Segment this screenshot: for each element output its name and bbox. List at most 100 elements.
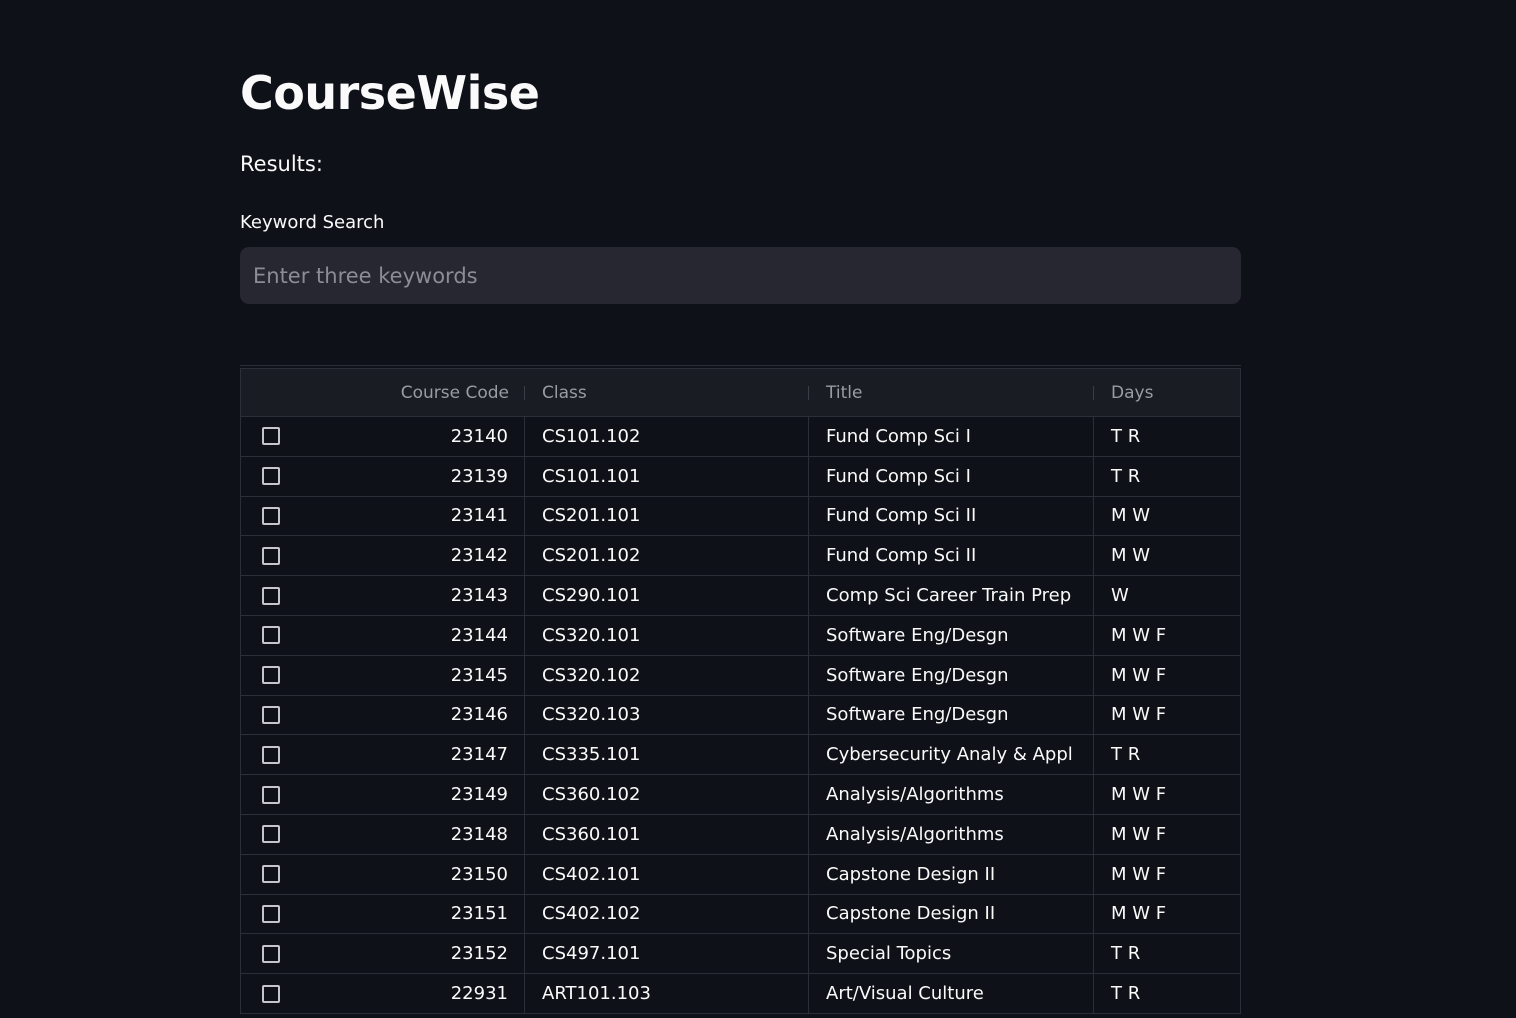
cell-title: Fund Comp Sci I <box>809 417 1094 456</box>
table-row[interactable]: 23151 CS402.102 Capstone Design II M W F <box>241 894 1240 935</box>
cell-class: CS320.101 <box>525 615 809 655</box>
column-header-title[interactable]: Title <box>809 369 1094 416</box>
row-select-cell <box>241 934 301 973</box>
cell-days: M W F <box>1111 823 1167 845</box>
cell-class: ART101.103 <box>525 974 809 1013</box>
cell-course-code: 23152 <box>301 934 525 974</box>
row-checkbox[interactable] <box>262 666 280 685</box>
cell-title: Special Topics <box>809 934 1094 974</box>
header-select-cell <box>241 369 301 416</box>
cell-days: T R <box>1111 744 1141 766</box>
cell-class: CS497.101 <box>525 934 809 974</box>
keyword-search-label: Keyword Search <box>240 212 385 233</box>
row-select-cell <box>241 576 301 615</box>
row-select-cell <box>241 497 301 536</box>
table-row[interactable]: 23139 CS101.101 Fund Comp Sci I T R <box>241 456 1240 497</box>
cell-course-code: 23148 <box>301 814 525 854</box>
row-checkbox[interactable] <box>262 427 280 446</box>
cell-course-code: 23149 <box>301 775 525 814</box>
cell-course-code: 22931 <box>301 974 525 1013</box>
cell-class: CS335.101 <box>525 735 809 775</box>
table-row[interactable]: 23147 CS335.101 Cybersecurity Analy & Appl… <box>241 735 1240 776</box>
row-checkbox[interactable] <box>262 745 280 764</box>
row-select-cell <box>241 616 301 655</box>
cell-class: CS320.102 <box>525 655 809 695</box>
column-header-days[interactable]: Days <box>1094 369 1240 416</box>
cell-days: M W <box>1111 545 1151 567</box>
row-checkbox[interactable] <box>262 626 280 645</box>
cell-title: Cybersecurity Analy & Appl <box>809 735 1094 775</box>
divider <box>240 365 1241 366</box>
table-row[interactable]: 23143 CS290.101 Comp Sci Career Train Prep… <box>241 576 1240 616</box>
cell-class: CS360.101 <box>525 814 809 854</box>
cell-course-code: 23142 <box>301 536 525 576</box>
table-body: 23140 CS101.102 Fund Comp Sci IT R 23139 CS1… <box>241 417 1240 1014</box>
cell-days: M W F <box>1111 863 1167 885</box>
cell-days: M W <box>1111 505 1151 527</box>
row-select-cell <box>241 536 301 575</box>
keyword-search-input[interactable] <box>240 247 1241 304</box>
row-select-cell <box>241 417 301 456</box>
row-checkbox[interactable] <box>262 586 280 605</box>
table-row[interactable]: 23140 CS101.102 Fund Comp Sci I T R <box>241 417 1240 457</box>
table-row[interactable]: 23144 CS320.101 Software Eng/Desgn M W F <box>241 615 1240 656</box>
cell-title: Fund Comp Sci I <box>809 456 1094 496</box>
cell-days: T R <box>1111 983 1141 1005</box>
cell-course-code: 23144 <box>301 615 525 655</box>
cell-course-code: 23145 <box>301 655 525 695</box>
cell-class: CS101.101 <box>525 456 809 496</box>
cell-title: Capstone Design II <box>809 854 1094 894</box>
row-checkbox[interactable] <box>262 944 280 963</box>
row-checkbox[interactable] <box>262 785 280 804</box>
cell-days: T R <box>1111 465 1141 487</box>
cell-title: Software Eng/Desgn <box>809 695 1094 735</box>
cell-class: CS101.102 <box>525 417 809 456</box>
row-checkbox[interactable] <box>262 705 280 724</box>
row-select-cell <box>241 855 301 894</box>
cell-title: Fund Comp Sci II <box>809 496 1094 536</box>
row-select-cell <box>241 735 301 774</box>
cell-title: Capstone Design II <box>809 894 1094 934</box>
row-checkbox[interactable] <box>262 984 280 1003</box>
row-checkbox[interactable] <box>262 506 280 525</box>
table-row[interactable]: 23146 CS320.103 Software Eng/Desgn M W F <box>241 695 1240 736</box>
cell-title: Fund Comp Sci II <box>809 536 1094 576</box>
table-row[interactable]: 22931 ART101.103 Art/Visual Culture T R <box>241 974 1240 1014</box>
column-header-course-code[interactable]: Course Code <box>301 369 525 416</box>
cell-course-code: 23143 <box>301 576 525 615</box>
results-label: Results: <box>240 152 323 176</box>
row-checkbox[interactable] <box>262 904 280 923</box>
row-select-cell <box>241 815 301 854</box>
column-header-class[interactable]: Class <box>525 369 809 416</box>
table-row[interactable]: 23141 CS201.101 Fund Comp Sci II M W <box>241 496 1240 537</box>
results-table: Course Code Class Title Days 23140 CS101.… <box>240 368 1241 1014</box>
cell-days: T R <box>1111 425 1141 447</box>
cell-course-code: 23140 <box>301 417 525 456</box>
row-checkbox[interactable] <box>262 825 280 844</box>
table-row[interactable]: 23145 CS320.102 Software Eng/Desgn M W F <box>241 655 1240 696</box>
table-row[interactable]: 23149 CS360.102 Analysis/Algorithms M W F <box>241 775 1240 815</box>
cell-title: Analysis/Algorithms <box>809 814 1094 854</box>
row-checkbox[interactable] <box>262 467 280 486</box>
row-checkbox[interactable] <box>262 546 280 565</box>
table-row[interactable]: 23142 CS201.102 Fund Comp Sci II M W <box>241 536 1240 577</box>
cell-days: M W F <box>1111 784 1167 806</box>
table-header: Course Code Class Title Days <box>241 369 1240 417</box>
cell-days: M W F <box>1111 624 1167 646</box>
cell-course-code: 23151 <box>301 894 525 934</box>
row-select-cell <box>241 656 301 695</box>
table-row[interactable]: 23148 CS360.101 Analysis/Algorithms M W F <box>241 814 1240 855</box>
table-row[interactable]: 23152 CS497.101 Special Topics T R <box>241 934 1240 975</box>
cell-days: M W F <box>1111 704 1167 726</box>
cell-days: M W F <box>1111 664 1167 686</box>
row-checkbox[interactable] <box>262 865 280 884</box>
cell-course-code: 23139 <box>301 456 525 496</box>
cell-class: CS320.103 <box>525 695 809 735</box>
cell-class: CS402.101 <box>525 854 809 894</box>
cell-class: CS360.102 <box>525 775 809 814</box>
row-select-cell <box>241 775 301 814</box>
cell-course-code: 23147 <box>301 735 525 775</box>
cell-course-code: 23141 <box>301 496 525 536</box>
row-select-cell <box>241 457 301 496</box>
table-row[interactable]: 23150 CS402.101 Capstone Design II M W F <box>241 854 1240 895</box>
